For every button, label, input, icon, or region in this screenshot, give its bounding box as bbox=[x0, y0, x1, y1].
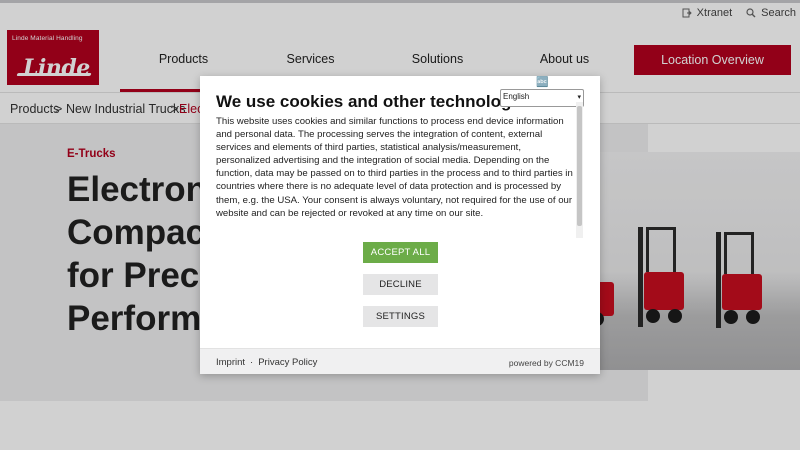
settings-button[interactable]: SETTINGS bbox=[363, 306, 438, 327]
cookie-consent-dialog: 🔤 We use cookies and other technologies.… bbox=[200, 76, 600, 374]
language-select[interactable]: English ▾ bbox=[500, 89, 584, 107]
cookie-dialog-title: We use cookies and other technologies. bbox=[216, 92, 540, 111]
privacy-policy-link[interactable]: Privacy Policy bbox=[258, 357, 317, 368]
translate-icon: 🔤 bbox=[536, 77, 549, 88]
chevron-down-icon: ▾ bbox=[577, 94, 581, 101]
imprint-link[interactable]: Imprint bbox=[216, 357, 245, 368]
scrollbar-thumb[interactable] bbox=[577, 106, 582, 226]
language-select-value: English bbox=[503, 92, 530, 101]
cookie-dialog-footer: Imprint · Privacy Policy powered by CCM1… bbox=[200, 348, 600, 374]
cookie-text-scrollbar[interactable] bbox=[576, 102, 583, 238]
powered-by-ccm19[interactable]: powered by CCM19 bbox=[509, 358, 584, 368]
cookie-dialog-text: This website uses cookies and similar fu… bbox=[216, 116, 573, 219]
footer-separator: · bbox=[250, 357, 254, 368]
footer-links: Imprint · Privacy Policy bbox=[216, 357, 317, 368]
accept-all-button[interactable]: ACCEPT ALL bbox=[363, 242, 438, 263]
decline-button[interactable]: DECLINE bbox=[363, 274, 438, 295]
